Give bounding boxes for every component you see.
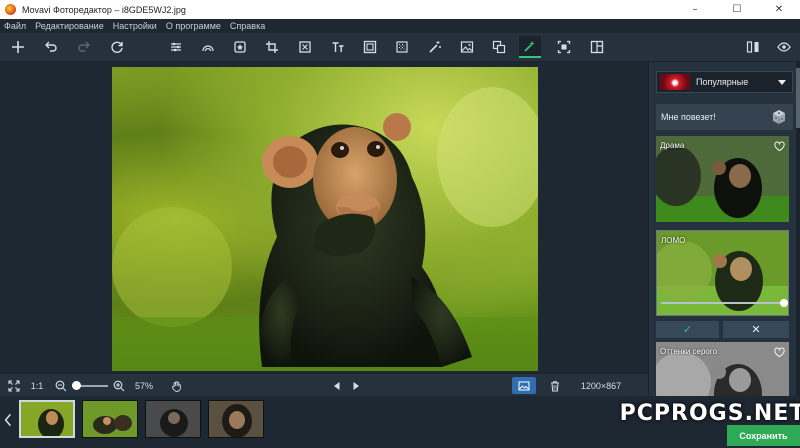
feeling-lucky-label: Мне повезет! (661, 112, 716, 122)
cancel-filter-button[interactable]: ✕ (723, 321, 789, 338)
toolbar (0, 33, 800, 62)
effects-icon[interactable] (519, 36, 541, 58)
maximize-button[interactable]: ☐ (722, 0, 752, 19)
watermark-text: PCPROGS.NET (619, 400, 800, 426)
enhance-icon[interactable] (229, 36, 251, 58)
check-icon: ✓ (682, 323, 693, 336)
fit-to-screen-icon[interactable] (6, 377, 22, 394)
hand-tool-icon[interactable] (170, 377, 184, 394)
scrollbar-thumb[interactable] (796, 68, 800, 128)
filter-intensity-slider[interactable] (661, 299, 788, 307)
menu-bar: Файл Редактирование Настройки О программ… (0, 19, 800, 33)
save-button[interactable]: Сохранить (727, 425, 800, 446)
adjust-icon[interactable] (165, 36, 187, 58)
heart-icon[interactable] (774, 141, 785, 152)
compare-icon[interactable] (586, 36, 608, 58)
filter-name: Драма (660, 141, 685, 150)
background-icon[interactable] (456, 36, 478, 58)
filmstrip-thumbnail[interactable] (208, 400, 264, 438)
object-icon[interactable] (488, 36, 510, 58)
category-label: Популярные (696, 77, 749, 87)
delete-icon[interactable] (548, 377, 562, 394)
close-icon: ✕ (751, 323, 761, 336)
previous-image-icon[interactable] (330, 377, 344, 394)
redo-icon[interactable] (73, 36, 95, 58)
zoom-slider[interactable] (72, 381, 108, 390)
filmstrip-thumbnail[interactable] (19, 400, 75, 438)
category-dropdown[interactable]: Популярные (656, 71, 793, 93)
chimpanzee-image (112, 87, 538, 371)
app-icon (5, 4, 16, 15)
filmstrip-thumbnail[interactable] (145, 400, 201, 438)
zoom-in-icon[interactable] (112, 377, 126, 394)
zoom-slider-knob[interactable] (72, 381, 81, 390)
menu-file[interactable]: Файл (4, 21, 26, 31)
menu-help[interactable]: Справка (230, 21, 265, 31)
actual-size-button[interactable]: 1:1 (28, 377, 46, 394)
minimize-button[interactable]: – (680, 0, 710, 19)
frame-icon[interactable] (359, 36, 381, 58)
filter-name: ЛОМО (661, 236, 686, 245)
filmstrip-toggle-icon[interactable] (512, 377, 536, 394)
filmstrip-left-arrow-icon[interactable] (2, 410, 14, 430)
menu-about[interactable]: О программе (166, 21, 221, 31)
menu-settings[interactable]: Настройки (113, 21, 157, 31)
zoom-out-icon[interactable] (54, 377, 68, 394)
canvas-area[interactable] (0, 62, 648, 373)
reset-icon[interactable] (106, 36, 128, 58)
undo-icon[interactable] (40, 36, 62, 58)
chevron-down-icon (778, 80, 786, 85)
filter-name: Оттенки серого (660, 347, 718, 356)
effects-scrollbar[interactable] (796, 62, 800, 396)
window-title: Movavi Фоторедактор – i8GDE5WJ2.jpg (22, 4, 186, 15)
watermark: PCPROGS.NET (620, 398, 800, 428)
apply-filter-button[interactable]: ✓ (656, 321, 719, 338)
category-thumbnail (660, 74, 690, 90)
add-icon[interactable] (7, 36, 29, 58)
split-view-icon[interactable] (742, 36, 764, 58)
select-icon[interactable] (553, 36, 575, 58)
filter-card-lomo[interactable]: ЛОМО (656, 230, 789, 316)
bottom-bar: 1:1 57% 1200×867 (0, 373, 648, 396)
next-image-icon[interactable] (349, 377, 363, 394)
image-dimensions: 1200×867 (580, 380, 622, 391)
feeling-lucky-button[interactable]: Мне повезет! (656, 104, 793, 130)
effects-panel: Популярные Мне повезет! Драма ЛОМО ✓ ✕ О… (648, 62, 800, 396)
magic-icon[interactable] (424, 36, 446, 58)
filter-card-grayscale[interactable]: Оттенки серого (656, 342, 789, 396)
text-icon[interactable] (327, 36, 349, 58)
zoom-level: 57% (134, 380, 153, 391)
filmstrip-thumbnail[interactable] (82, 400, 138, 438)
noise-icon[interactable] (391, 36, 413, 58)
retouch-icon[interactable] (197, 36, 219, 58)
menu-edit[interactable]: Редактирование (35, 21, 104, 31)
resize-icon[interactable] (294, 36, 316, 58)
close-button[interactable]: ✕ (764, 0, 794, 19)
preview-eye-icon[interactable] (773, 36, 795, 58)
dice-icon (773, 110, 785, 124)
heart-icon[interactable] (774, 347, 785, 358)
crop-icon[interactable] (261, 36, 283, 58)
filter-intensity-knob[interactable] (780, 299, 788, 307)
filter-card-drama[interactable]: Драма (656, 136, 789, 222)
main-photo[interactable] (112, 67, 538, 371)
